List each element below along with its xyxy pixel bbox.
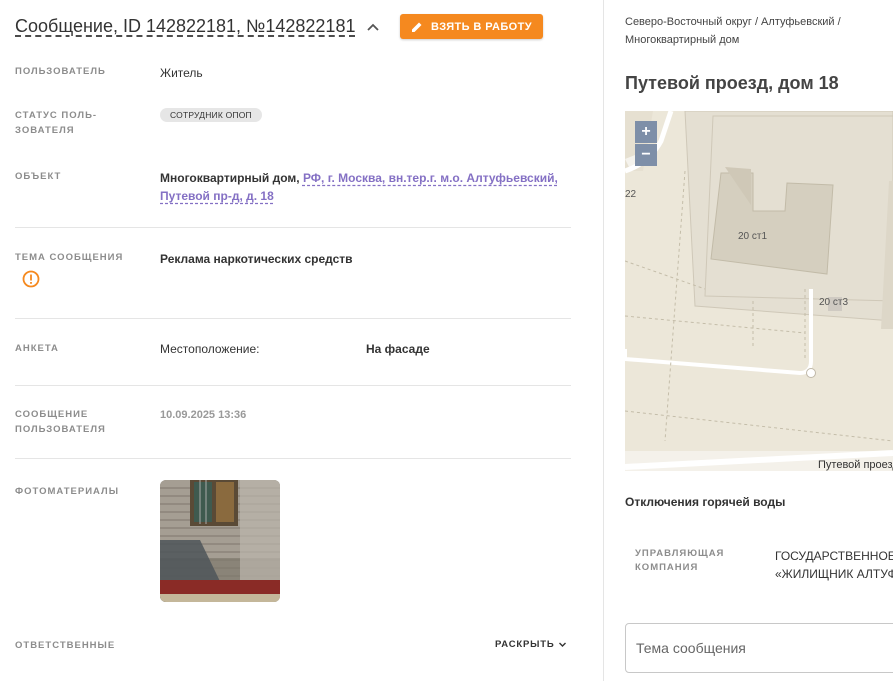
hot-water-outages-title: Отключения горячей воды: [625, 495, 786, 509]
take-to-work-button[interactable]: ВЗЯТЬ В РАБОТУ: [400, 14, 543, 39]
responsible-label: ОТВЕТСТВЕННЫЕ: [15, 640, 116, 651]
object-label: ОБЪЕКТ: [15, 171, 62, 182]
object-type: Многоквартирный дом,: [160, 171, 300, 185]
map-canvas: [625, 111, 893, 471]
form-question: Местоположение:: [160, 342, 260, 356]
topic-value: Реклама наркотических средств: [160, 252, 353, 266]
take-to-work-label: ВЗЯТЬ В РАБОТУ: [431, 20, 532, 33]
map-label-building-small: 20 ст3: [819, 297, 849, 308]
object-address-title: Путевой проезд, дом 18: [625, 73, 839, 93]
breadcrumb: Северо-Восточный округ / Алтуфьевский / …: [625, 16, 841, 46]
topic-label: ТЕМА СООБЩЕНИЯ: [15, 252, 124, 263]
form-label: АНКЕТА: [15, 343, 59, 354]
zoom-out-button[interactable]: −: [635, 144, 657, 166]
user-status-label: СТАТУС ПОЛЬ- ЗОВАТЕЛЯ: [15, 110, 98, 136]
divider: [15, 318, 571, 319]
chevron-down-icon: [559, 642, 567, 647]
user-value: Житель: [160, 66, 203, 80]
photos-label: ФОТОМАТЕРИАЛЫ: [15, 486, 120, 497]
map-label-house-number: 22: [625, 189, 637, 200]
message-topic-input[interactable]: [625, 623, 893, 673]
divider: [15, 458, 571, 459]
object-sidebar: Северо-Восточный округ / Алтуфьевский / …: [604, 0, 893, 681]
user-message-date: 10.09.2025 13:36: [160, 409, 247, 421]
object-value: Многоквартирный дом, РФ, г. Москва, вн.т…: [160, 169, 570, 205]
message-title: Сообщение, ID 142822181, №142822181: [15, 16, 356, 36]
management-company-value: ГОСУДАРСТВЕННОЕ «ЖИЛИЩНИК АЛТУФ: [775, 547, 893, 583]
divider: [15, 385, 571, 386]
status-badge: СОТРУДНИК ОПОП: [160, 108, 262, 122]
management-company-label: УПРАВЛЯЮЩАЯ КОМПАНИЯ: [635, 548, 725, 573]
management-company-line2: «ЖИЛИЩНИК АЛТУФ: [775, 567, 893, 581]
user-label: ПОЛЬЗОВАТЕЛЬ: [15, 66, 106, 77]
zoom-in-button[interactable]: +: [635, 121, 657, 143]
divider: [15, 227, 571, 228]
warning-circle-icon: [22, 270, 40, 288]
expand-label: РАСКРЫТЬ: [495, 639, 555, 650]
expand-responsible-button[interactable]: РАСКРЫТЬ: [495, 639, 567, 650]
chevron-up-icon[interactable]: [366, 21, 380, 35]
photo-thumbnail[interactable]: [160, 480, 280, 602]
management-company-line1: ГОСУДАРСТВЕННОЕ: [775, 549, 893, 563]
map-view[interactable]: + − 20 ст1 20 ст3 22 Путевой проезд: [625, 111, 893, 471]
map-label-street: Путевой проезд: [818, 459, 893, 471]
form-answer: На фасаде: [366, 342, 430, 356]
map-label-building-main: 20 ст1: [738, 231, 768, 242]
message-details-panel: Сообщение, ID 142822181, №142822181 ВЗЯТ…: [0, 0, 603, 681]
pencil-icon: [412, 22, 422, 32]
user-message-label: СООБЩЕНИЕ ПОЛЬЗОВАТЕЛЯ: [15, 409, 106, 435]
